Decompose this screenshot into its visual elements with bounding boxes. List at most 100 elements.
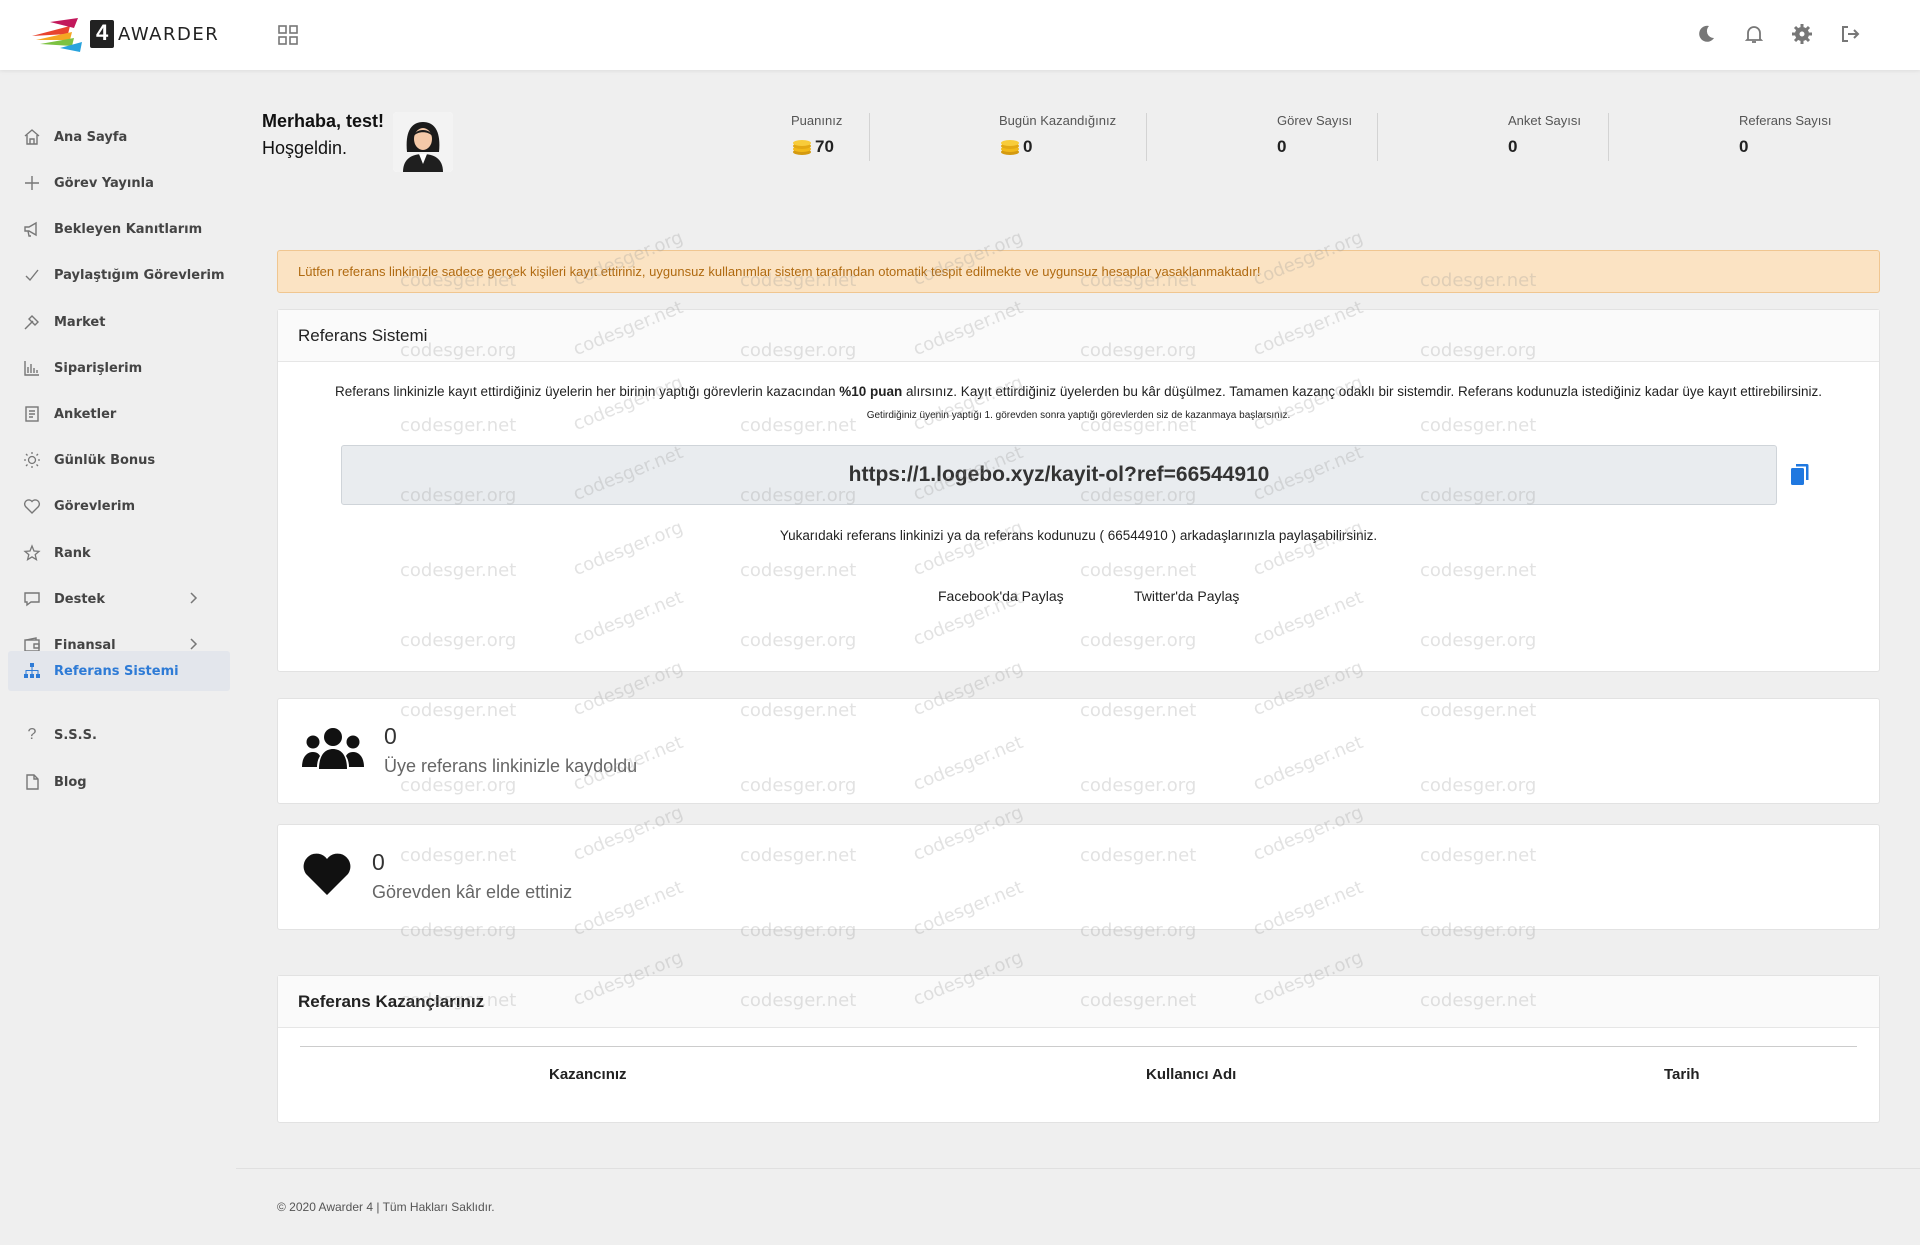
code-text: ) arkadaşlarınızla paylaşabilirsiniz. [1167, 528, 1378, 543]
chat-icon [22, 589, 42, 609]
stat-label: Bugün Kazandığınız [999, 113, 1117, 128]
logo-number: 4 [96, 20, 109, 45]
profit-text: Görevden kâr elde ettiniz [372, 882, 573, 902]
sidebar-item-gorevlerim[interactable]: Görevlerim [8, 486, 230, 526]
stat-divider [869, 113, 870, 161]
column-header-earnings: Kazancınız [549, 1066, 627, 1083]
stat-label: Puanınız [791, 113, 843, 128]
sidebar-item-rank[interactable]: Rank [8, 533, 230, 573]
sidebar-item-anketler[interactable]: Anketler [8, 394, 230, 434]
greeting-hello: Merhaba, test! [262, 111, 385, 131]
profit-card: 0 Görevden kâr elde ettiniz [277, 824, 1880, 930]
logout-icon[interactable] [1838, 22, 1862, 46]
sidebar-item-label: Paylaştığım Görevlerim [54, 267, 225, 283]
sidebar-item-label: Blog [54, 774, 87, 790]
sidebar-item-label: Destek [54, 591, 106, 607]
gear-icon[interactable] [1790, 22, 1814, 46]
table-divider [300, 1046, 1857, 1047]
plus-icon [22, 173, 42, 193]
members-card: 0 Üye referans linkinizle kaydoldu [277, 698, 1880, 804]
stat-value: 0 [1508, 137, 1518, 156]
sitemap-icon [22, 661, 42, 681]
card-header: Referans Kazançlarınız [278, 976, 1879, 1028]
sidebar-item-market[interactable]: Market [8, 302, 230, 342]
twitter-share-link[interactable]: Twitter'da Paylaş [1134, 588, 1239, 604]
top-bar: 4 AWARDER [0, 0, 1920, 70]
sidebar: Ana Sayfa Görev Yayınla Bekleyen Kanıtla… [0, 70, 236, 1245]
logo[interactable]: 4 AWARDER [30, 14, 219, 54]
sidebar-item-label: Rank [54, 545, 91, 561]
stat-divider [1146, 113, 1147, 161]
facebook-share-link[interactable]: Facebook'da Paylaş [938, 588, 1064, 604]
sidebar-item-ana-sayfa[interactable]: Ana Sayfa [8, 117, 230, 157]
users-icon [302, 727, 364, 776]
description-text: Referans linkinizle kayıt ettirdiğiniz ü… [335, 384, 840, 399]
home-icon [22, 127, 42, 147]
chart-icon [22, 358, 42, 378]
sun-icon [22, 450, 42, 470]
code-text: Yukarıdaki referans linkinizi ya da refe… [779, 528, 1108, 543]
stat-value-row: 0 [999, 137, 1116, 157]
stat-divider [1608, 113, 1609, 161]
sidebar-item-label: Market [54, 314, 106, 330]
sidebar-item-label: Günlük Bonus [54, 452, 156, 468]
sidebar-item-label: Ana Sayfa [54, 129, 128, 145]
stat-surveys: Anket Sayısı 0 [1508, 113, 1581, 157]
sidebar-item-destek[interactable]: Destek [8, 579, 230, 619]
sidebar-item-label: Referans Sistemi [54, 663, 179, 679]
warning-alert: Lütfen referans linkinizle sadece gerçek… [277, 250, 1880, 293]
avatar [393, 112, 453, 172]
profit-count: 0 [372, 849, 385, 875]
file-icon [22, 772, 42, 792]
description-bold: %10 puan [839, 384, 903, 399]
referral-note: Getirdiğiniz üyenin yaptığı 1. görevden … [866, 410, 1291, 421]
star-icon [22, 543, 42, 563]
column-header-username: Kullanıcı Adı [1146, 1066, 1237, 1083]
referral-code: 66544910 [1107, 528, 1168, 543]
megaphone-icon [22, 219, 42, 239]
sidebar-item-gunluk-bonus[interactable]: Günlük Bonus [8, 440, 230, 480]
sidebar-item-blog[interactable]: Blog [8, 762, 230, 802]
chevron-right-icon [186, 591, 200, 605]
sidebar-item-label: Anketler [54, 406, 117, 422]
card-header: Referans Sistemi [278, 310, 1879, 362]
stat-value: 0 [1277, 137, 1287, 156]
earnings-card: Referans Kazançlarınız Kazancınız Kullan… [277, 975, 1880, 1123]
market-icon [22, 312, 42, 332]
referral-code-line: Yukarıdaki referans linkinizi ya da refe… [278, 528, 1879, 543]
sidebar-item-label: Siparişlerim [54, 360, 143, 376]
card-title: Referans Sistemi [298, 325, 428, 345]
stat-label: Görev Sayısı [1277, 113, 1353, 128]
coins-icon [791, 138, 813, 156]
moon-icon[interactable] [1694, 22, 1718, 46]
stat-tasks: Görev Sayısı 0 [1277, 113, 1352, 157]
sidebar-item-siparislerim[interactable]: Siparişlerim [8, 348, 230, 388]
sidebar-item-sss[interactable]: ? S.S.S. [8, 715, 230, 755]
coins-icon [999, 138, 1021, 156]
column-header-date: Tarih [1664, 1066, 1700, 1083]
heart-icon [22, 496, 42, 516]
sidebar-item-paylastigim-gorevlerim[interactable]: Paylaştığım Görevlerim [8, 255, 230, 295]
sidebar-item-label: Görevlerim [54, 498, 135, 514]
top-icons [1694, 22, 1862, 46]
copy-icon[interactable] [1788, 462, 1812, 488]
sidebar-item-label: Görev Yayınla [54, 175, 154, 191]
sidebar-item-referans-sistemi[interactable]: Referans Sistemi [8, 651, 230, 691]
apps-grid-icon[interactable] [277, 24, 299, 46]
stat-points: Puanınız 70 [791, 113, 842, 157]
referral-link-field[interactable]: https://1.logebo.xyz/kayit-ol?ref=665449… [341, 445, 1777, 505]
sidebar-item-bekleyen-kanitlarim[interactable]: Bekleyen Kanıtlarım [8, 209, 230, 249]
members-text: Üye referans linkinizle kaydoldu [384, 756, 638, 776]
stat-value: 70 [815, 137, 834, 156]
stat-today: Bugün Kazandığınız 0 [999, 113, 1116, 157]
footer-divider [236, 1168, 1920, 1169]
sidebar-item-label: Bekleyen Kanıtlarım [54, 221, 203, 237]
greeting-welcome: Hoşgeldin. [262, 138, 348, 158]
stat-referrals: Referans Sayısı 0 [1739, 113, 1832, 157]
bell-icon[interactable] [1742, 22, 1766, 46]
sidebar-item-gorev-yayinla[interactable]: Görev Yayınla [8, 163, 230, 203]
footer-copyright: © 2020 Awarder 4 | Tüm Hakları Saklıdır. [277, 1200, 495, 1214]
sidebar-item-label: S.S.S. [54, 727, 97, 743]
document-icon [22, 404, 42, 424]
referral-system-card: Referans Sistemi Referans linkinizle kay… [277, 309, 1880, 672]
